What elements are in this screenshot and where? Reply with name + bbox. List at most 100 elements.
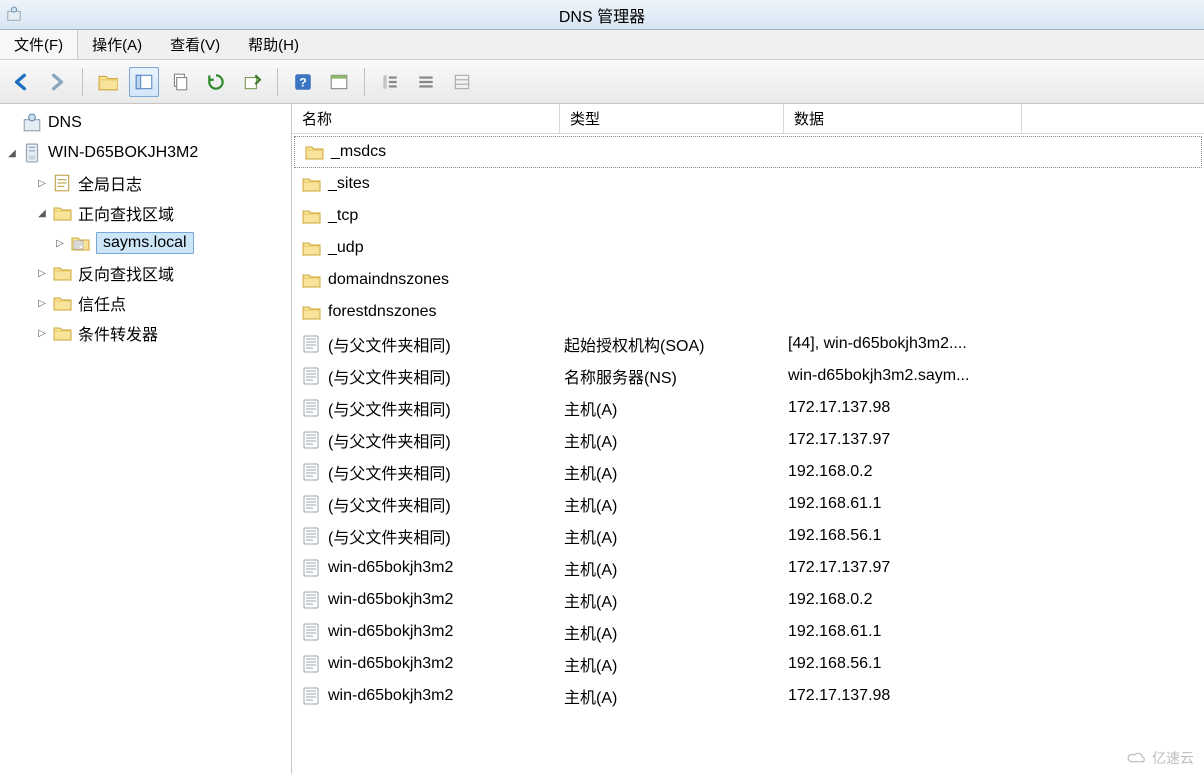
app-icon <box>6 6 22 22</box>
list-row[interactable]: _udp <box>292 232 1204 264</box>
cell-name: (与父文件夹相同) <box>328 396 451 420</box>
list-row[interactable]: (与父文件夹相同) 主机(A)192.168.56.1 <box>292 520 1204 552</box>
copy-button[interactable] <box>165 67 195 97</box>
tree-zone-sayms[interactable]: ▷ sayms.local <box>0 228 291 258</box>
tree-pane: DNS ◢ WIN-D65BOKJH3M2 ▷ 全局日志 ◢ 正向查找区域 ▷ … <box>0 104 292 774</box>
cell-name: (与父文件夹相同) <box>328 332 451 356</box>
list-row[interactable]: win-d65bokjh3m2主机(A)192.168.61.1 <box>292 616 1204 648</box>
menu-bar: 文件(F) 操作(A) 查看(V) 帮助(H) <box>0 30 1204 60</box>
server-icon <box>22 143 42 163</box>
toolbar <box>0 60 1204 104</box>
tree-reverse-zones[interactable]: ▷ 反向查找区域 <box>0 258 291 288</box>
properties-button[interactable] <box>324 67 354 97</box>
cell-name: (与父文件夹相同) <box>328 524 451 548</box>
tree-forward-zones[interactable]: ◢ 正向查找区域 <box>0 198 291 228</box>
tree-root-dns[interactable]: DNS <box>0 108 291 138</box>
view-mode-3-button[interactable] <box>447 67 477 97</box>
title-bar: DNS 管理器 <box>0 0 1204 30</box>
record-icon <box>300 365 322 387</box>
cell-name: (与父文件夹相同) <box>328 492 451 516</box>
cell-data: 192.168.61.1 <box>784 623 1022 641</box>
record-icon <box>300 333 322 355</box>
refresh-button[interactable] <box>201 67 231 97</box>
list-row[interactable]: win-d65bokjh3m2主机(A)192.168.0.2 <box>292 584 1204 616</box>
folder-icon <box>300 269 322 291</box>
forward-button[interactable] <box>42 67 72 97</box>
cell-name: _udp <box>328 239 364 257</box>
list-row[interactable]: (与父文件夹相同)起始授权机构(SOA)[44], win-d65bokjh3m… <box>292 328 1204 360</box>
expander-closed-icon: ▷ <box>52 235 68 251</box>
list-row[interactable]: win-d65bokjh3m2主机(A)192.168.56.1 <box>292 648 1204 680</box>
cell-name: forestdnszones <box>328 303 437 321</box>
column-header-data[interactable]: 数据 <box>784 104 1022 133</box>
cell-data: 192.168.61.1 <box>784 495 1022 513</box>
menu-view[interactable]: 查看(V) <box>156 30 234 59</box>
cell-type: 主机(A) <box>560 524 784 548</box>
cell-name: (与父文件夹相同) <box>328 428 451 452</box>
list-row[interactable]: (与父文件夹相同)名称服务器(NS)win-d65bokjh3m2.saym..… <box>292 360 1204 392</box>
cell-type: 名称服务器(NS) <box>560 364 784 388</box>
cell-name: win-d65bokjh3m2 <box>328 655 453 673</box>
list-row[interactable]: (与父文件夹相同)主机(A)192.168.61.1 <box>292 488 1204 520</box>
tree-trust-points[interactable]: ▷ 信任点 <box>0 288 291 318</box>
list-header: 名称 类型 数据 <box>292 104 1204 134</box>
menu-file[interactable]: 文件(F) <box>0 30 78 59</box>
expander-closed-icon: ▷ <box>34 175 50 191</box>
list-row[interactable]: (与父文件夹相同)主机(A)172.17.137.97 <box>292 424 1204 456</box>
list-row[interactable]: win-d65bokjh3m2主机(A)172.17.137.97 <box>292 552 1204 584</box>
list-row[interactable]: (与父文件夹相同)主机(A)192.168.0.2 <box>292 456 1204 488</box>
tree-conditional-forwarders[interactable]: ▷ 条件转发器 <box>0 318 291 348</box>
tree-label: WIN-D65BOKJH3M2 <box>48 144 198 162</box>
list-pane: 名称 类型 数据 _msdcs _sites _tcp _udp domaindnszo… <box>292 104 1204 774</box>
up-folder-button[interactable] <box>93 67 123 97</box>
folder-icon <box>300 301 322 323</box>
show-tree-button[interactable] <box>129 67 159 97</box>
record-icon <box>300 461 322 483</box>
tree-global-log[interactable]: ▷ 全局日志 <box>0 168 291 198</box>
view-mode-2-button[interactable] <box>411 67 441 97</box>
view-mode-1-button[interactable] <box>375 67 405 97</box>
cell-type: 主机(A) <box>560 652 784 676</box>
record-icon <box>300 397 322 419</box>
tree-label: DNS <box>48 114 82 132</box>
help-button[interactable] <box>288 67 318 97</box>
folder-icon <box>303 141 325 163</box>
menu-help[interactable]: 帮助(H) <box>234 30 313 59</box>
list-body: _msdcs _sites _tcp _udp domaindnszones forest… <box>292 134 1204 774</box>
list-row[interactable]: domaindnszones <box>292 264 1204 296</box>
cell-name: (与父文件夹相同) <box>328 460 451 484</box>
column-header-name[interactable]: 名称 <box>292 104 560 133</box>
expander-closed-icon: ▷ <box>34 295 50 311</box>
cell-name: _sites <box>328 175 370 193</box>
toolbar-separator <box>364 68 365 96</box>
cell-data: 192.168.56.1 <box>784 527 1022 545</box>
cell-name: win-d65bokjh3m2 <box>328 687 453 705</box>
tree-label: 全局日志 <box>78 171 142 195</box>
menu-action[interactable]: 操作(A) <box>78 30 156 59</box>
list-row[interactable]: _sites <box>292 168 1204 200</box>
export-button[interactable] <box>237 67 267 97</box>
cell-name: _msdcs <box>331 143 386 161</box>
list-row[interactable]: forestdnszones <box>292 296 1204 328</box>
cell-name: _tcp <box>328 207 358 225</box>
list-row[interactable]: (与父文件夹相同)主机(A)172.17.137.98 <box>292 392 1204 424</box>
list-row[interactable]: _tcp <box>292 200 1204 232</box>
record-icon <box>300 621 322 643</box>
expander-closed-icon: ▷ <box>34 325 50 341</box>
tree-label: 正向查找区域 <box>78 201 174 225</box>
cell-data: 192.168.0.2 <box>784 591 1022 609</box>
back-button[interactable] <box>6 67 36 97</box>
record-icon <box>300 653 322 675</box>
cell-data: [44], win-d65bokjh3m2.... <box>784 335 1022 353</box>
record-icon <box>300 557 322 579</box>
list-row[interactable]: _msdcs <box>294 136 1202 168</box>
tree-server[interactable]: ◢ WIN-D65BOKJH3M2 <box>0 138 291 168</box>
cell-data: 172.17.137.98 <box>784 399 1022 417</box>
tree-label: 信任点 <box>78 291 126 315</box>
cell-data: win-d65bokjh3m2.saym... <box>784 367 1022 385</box>
zone-folder-icon <box>70 233 90 253</box>
list-row[interactable]: win-d65bokjh3m2主机(A)172.17.137.98 <box>292 680 1204 712</box>
cell-name: win-d65bokjh3m2 <box>328 623 453 641</box>
expander-open-icon: ◢ <box>4 145 20 161</box>
column-header-type[interactable]: 类型 <box>560 104 784 133</box>
